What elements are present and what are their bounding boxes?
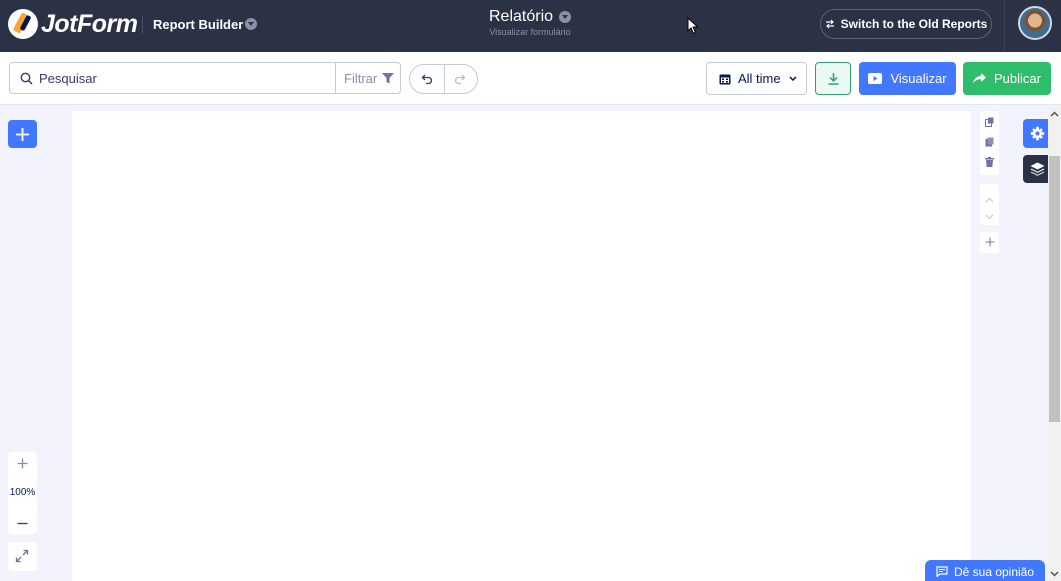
zoom-control: 100% [8,452,37,534]
header-divider [142,16,143,34]
search-icon [20,72,33,85]
search-placeholder: Pesquisar [39,71,97,86]
add-page-button[interactable] [980,232,999,253]
zoom-level: 100% [9,487,36,498]
report-title-block: Relatório Visualizar formulário [430,8,630,37]
chevron-down-icon [789,76,797,81]
fit-to-screen-button[interactable] [8,542,37,571]
preview-label: Visualizar [890,71,947,86]
download-button[interactable] [815,62,851,95]
page-down-icon[interactable] [985,207,994,225]
switch-old-reports-button[interactable]: Switch to the Old Reports [820,9,992,39]
app-name[interactable]: Report Builder [153,17,243,32]
plus-icon [16,128,29,141]
feedback-label: Dê sua opinião [953,564,1035,579]
page-up-icon[interactable] [985,190,994,208]
expand-icon [15,549,29,563]
filter-divider [335,63,336,93]
trash-icon[interactable] [985,154,994,172]
duplicate-page-icon[interactable] [985,114,994,132]
download-icon [828,73,839,85]
logo-text: JotForm [41,9,138,38]
zoom-in-button[interactable] [8,452,37,474]
scrollbar-thumb[interactable] [1049,156,1060,422]
switch-old-reports-label: Switch to the Old Reports [840,17,988,31]
page-tools-panel [980,111,999,175]
plus-icon [17,458,28,469]
scroll-down-arrow-icon[interactable] [1048,567,1061,581]
filter-icon[interactable] [382,73,394,84]
user-avatar[interactable] [1018,6,1052,40]
jotform-logo-icon [8,9,38,39]
page-navigation [980,184,999,225]
swap-icon [825,19,834,29]
zoom-out-button[interactable] [8,512,37,534]
copy-icon[interactable] [985,134,994,152]
layers-icon [1030,162,1045,176]
search-input[interactable]: Pesquisar Filtrar [9,62,401,94]
report-canvas[interactable] [72,111,971,581]
play-icon [868,73,883,84]
plus-icon [985,237,995,247]
redo-icon[interactable] [454,73,466,85]
minus-icon [17,522,28,525]
time-range-value: All time [738,71,781,86]
app-menu-chevron-icon[interactable] [245,18,257,30]
top-header: JotForm Report Builder Relatório Visuali… [0,0,1061,52]
report-title[interactable]: Relatório [489,8,553,26]
scroll-up-arrow-icon[interactable] [1048,108,1061,122]
jotform-logo[interactable]: JotForm [8,9,138,39]
time-range-select[interactable]: All time [706,62,807,95]
add-element-button[interactable] [8,120,37,148]
undo-redo-group [409,64,478,94]
mouse-cursor-icon [687,17,699,35]
feedback-button[interactable]: Dê sua opinião [925,560,1045,581]
publish-button[interactable]: Publicar [963,62,1051,95]
share-arrow-icon [973,73,987,84]
title-chevron-down-icon[interactable] [559,11,572,23]
undo-divider [444,65,445,93]
report-subtitle-link[interactable]: Visualizar formulário [430,27,630,37]
avatar-divider [1004,0,1005,52]
calendar-icon [719,74,731,84]
toolbar: Pesquisar Filtrar All time Visualizar Pu… [0,52,1061,105]
publish-label: Publicar [994,71,1041,86]
preview-button[interactable]: Visualizar [859,62,956,95]
gear-icon [1030,126,1045,141]
feedback-icon [936,566,948,577]
filter-button[interactable]: Filtrar [344,71,377,86]
undo-icon[interactable] [421,73,433,85]
